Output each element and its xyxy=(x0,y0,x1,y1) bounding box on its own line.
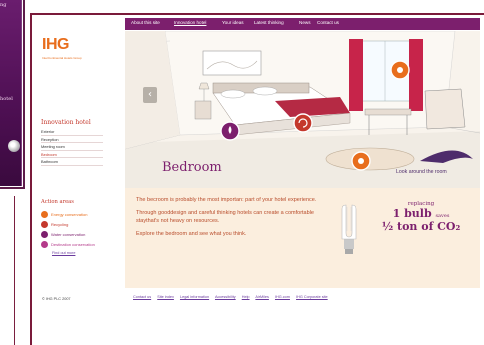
action-water[interactable]: Water conservation xyxy=(41,229,113,239)
action-areas-title: Action areas xyxy=(41,199,74,205)
footer-link-corporate[interactable]: IHG Corporate site xyxy=(296,295,328,299)
stat-small: saves xyxy=(435,213,450,219)
action-label: Destination conservation xyxy=(51,241,95,247)
water-drop-icon xyxy=(41,230,48,238)
logo-mark: IHG xyxy=(42,36,69,53)
footer-links: Contact us Site index Legal information … xyxy=(133,295,333,299)
menu-item-bathroom[interactable]: Bathroom xyxy=(41,158,103,166)
window-top-border xyxy=(30,13,484,15)
energy-bulb-icon xyxy=(341,204,357,254)
main-window: About this site Innovation hotel Your id… xyxy=(30,0,484,345)
footer-link-legal[interactable]: Legal information xyxy=(180,295,209,299)
action-recycling[interactable]: Recycling xyxy=(41,219,113,229)
menu-item-bedroom[interactable]: Bedroom xyxy=(41,151,103,158)
action-label: Energy conservation xyxy=(51,211,88,217)
info-paragraph: Explore the bedroom and see what you thi… xyxy=(136,230,247,237)
people-icon xyxy=(41,240,48,248)
previous-room-arrow[interactable]: ‹ xyxy=(143,87,157,103)
nav-news[interactable]: News xyxy=(299,20,311,25)
menu-item-reception[interactable]: Reception xyxy=(41,136,103,143)
action-label: Water conservation xyxy=(51,231,86,237)
stat-line-2: 1 bulb saves xyxy=(367,207,475,220)
info-text: The becroom is probably the most importa… xyxy=(136,196,321,242)
section-menu: Exterior Reception Meeting room Bedroom … xyxy=(41,128,103,166)
stat-line-3: ½ ton of CO₂ xyxy=(381,220,461,233)
footer-link-help[interactable]: Help xyxy=(242,295,250,299)
promo-frame xyxy=(0,0,25,189)
action-destination[interactable]: Destination conservation xyxy=(41,239,113,249)
stat-big: 1 bulb xyxy=(392,207,432,220)
energy-icon xyxy=(41,210,48,218)
menu-item-exterior[interactable]: Exterior xyxy=(41,128,103,136)
nav-latest-thinking[interactable]: Latest thinking xyxy=(254,20,284,25)
footer-link-site-index[interactable]: Site index xyxy=(157,295,174,299)
info-paragraph: The becroom is probably the most importa… xyxy=(136,197,317,203)
look-around-link[interactable]: Look around the room xyxy=(396,169,447,175)
section-title: Innovation hotel xyxy=(41,119,91,126)
info-band: The becroom is probably the most importa… xyxy=(125,188,480,288)
top-navigation: About this site Innovation hotel Your id… xyxy=(125,18,480,30)
nav-your-ideas[interactable]: Your ideas xyxy=(222,20,244,25)
bulb-stat: replacing 1 bulb saves ½ ton of CO₂ xyxy=(367,201,475,233)
footer-link-airmiles[interactable]: AirMiles xyxy=(255,295,269,299)
action-energy[interactable]: Energy conservation xyxy=(41,209,113,219)
action-areas-list: Energy conservation Recycling Water cons… xyxy=(41,209,113,249)
room-title: Bedroom xyxy=(162,160,222,175)
nav-contact-us[interactable]: Contact us xyxy=(317,20,339,25)
divider-line xyxy=(14,196,15,345)
info-paragraph: Through gooddesign and careful thinking … xyxy=(136,209,314,225)
find-out-more-link[interactable]: Find out more xyxy=(52,251,75,255)
nav-about[interactable]: About this site xyxy=(131,20,160,25)
recycling-icon xyxy=(41,220,48,228)
nav-innovation-hotel[interactable]: Innovation hotel xyxy=(174,20,206,25)
menu-item-meeting-room[interactable]: Meeting room xyxy=(41,143,103,151)
copyright-text: © IHG PLC 2007 xyxy=(42,297,71,301)
window-left-border xyxy=(30,13,32,345)
ihg-logo[interactable]: IHG InterContinental Hotels Group xyxy=(42,36,82,60)
footer-link-contact[interactable]: Contact us xyxy=(133,295,151,299)
footer-link-ihg[interactable]: IHG.com xyxy=(275,295,290,299)
footer-link-accessibility[interactable]: Accessibility xyxy=(215,295,236,299)
action-label: Recycling xyxy=(51,221,69,227)
logo-subtitle: InterContinental Hotels Group xyxy=(42,56,82,60)
